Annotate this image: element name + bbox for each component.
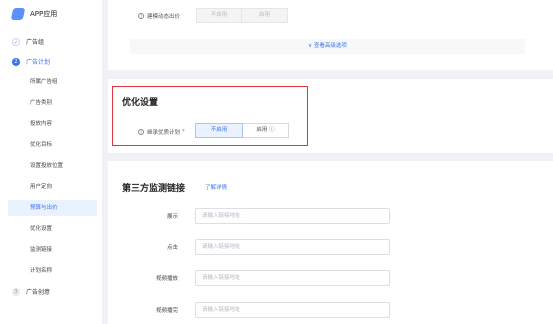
step-label: 广告组 [26, 39, 45, 46]
sidebar-item-budget-bid[interactable]: 预算与出价 [8, 200, 97, 216]
sidebar-item-optimize[interactable]: 优化设置 [8, 221, 97, 237]
sidebar-item-ad-category[interactable]: 广告类别 [8, 95, 97, 111]
dynamic-bid-toggle: 不启用 启用 [196, 8, 288, 23]
question-icon: ? [138, 13, 144, 19]
bid-card: ? 建模动态出价 不启用 启用 ∨ 查看高级选项 [108, 0, 553, 70]
video-play-url-input[interactable]: 请输入链接地址 [195, 270, 390, 286]
main-content: ? 建模动态出价 不启用 启用 ∨ 查看高级选项 优化设置 ? 继承优质计划 *… [108, 0, 553, 324]
video-complete-url-input[interactable]: 请输入链接地址 [195, 302, 390, 318]
dynamic-bid-disable-button[interactable]: 不启用 [196, 8, 242, 23]
step-label: 广告创意 [26, 289, 51, 296]
sidebar-item-content[interactable]: 投放内容 [8, 116, 97, 132]
dynamic-bid-label: ? 建模动态出价 [138, 12, 180, 20]
highlight-annotation-box [112, 86, 308, 146]
sidebar-item-ad-group-owner[interactable]: 所属广告组 [8, 74, 97, 90]
learn-more-link[interactable]: 了解详情 [205, 183, 227, 191]
step-ad-creative[interactable]: 3 广告创意 [12, 287, 50, 296]
step-ad-plan[interactable]: 2 广告计划 [12, 57, 50, 66]
app-header: APP应用 [10, 6, 58, 22]
sidebar-item-placement[interactable]: 设置投放位置 [8, 158, 97, 174]
sidebar-item-monitor[interactable]: 监测链接 [8, 242, 97, 258]
sidebar: APP应用 ✓ 广告组 2 广告计划 所属广告组 广告类别 投放内容 优化目标 … [0, 0, 103, 324]
sidebar-item-targeting[interactable]: 用户定向 [8, 179, 97, 195]
dynamic-bid-text: 建模动态出价 [147, 14, 181, 20]
check-icon: ✓ [12, 37, 20, 46]
click-label: 点击 [166, 245, 178, 251]
step-label: 广告计划 [26, 59, 51, 66]
app-title: APP应用 [30, 10, 58, 18]
sidebar-item-plan-name[interactable]: 计划名称 [8, 263, 97, 279]
click-url-input[interactable]: 请输入链接地址 [195, 239, 390, 255]
app-logo-icon [10, 8, 26, 20]
step-ad-group[interactable]: ✓ 广告组 [12, 37, 44, 46]
monitor-title: 第三方监测链接 [122, 184, 186, 194]
step-number: 3 [12, 287, 20, 296]
advanced-options-link[interactable]: ∨ 查看高级选项 [130, 39, 525, 54]
monitor-card: 第三方监测链接 了解详情 展示 请输入链接地址 点击 请输入链接地址 视频播放 … [108, 161, 553, 324]
impression-url-input[interactable]: 请输入链接地址 [195, 208, 390, 224]
step-number: 2 [12, 57, 20, 66]
sidebar-item-goal[interactable]: 优化目标 [8, 137, 97, 153]
video-play-label: 视频播放 [155, 276, 178, 282]
dynamic-bid-enable-button[interactable]: 启用 [242, 8, 288, 23]
video-complete-label: 视频播完 [155, 308, 178, 314]
impression-label: 展示 [166, 214, 178, 220]
